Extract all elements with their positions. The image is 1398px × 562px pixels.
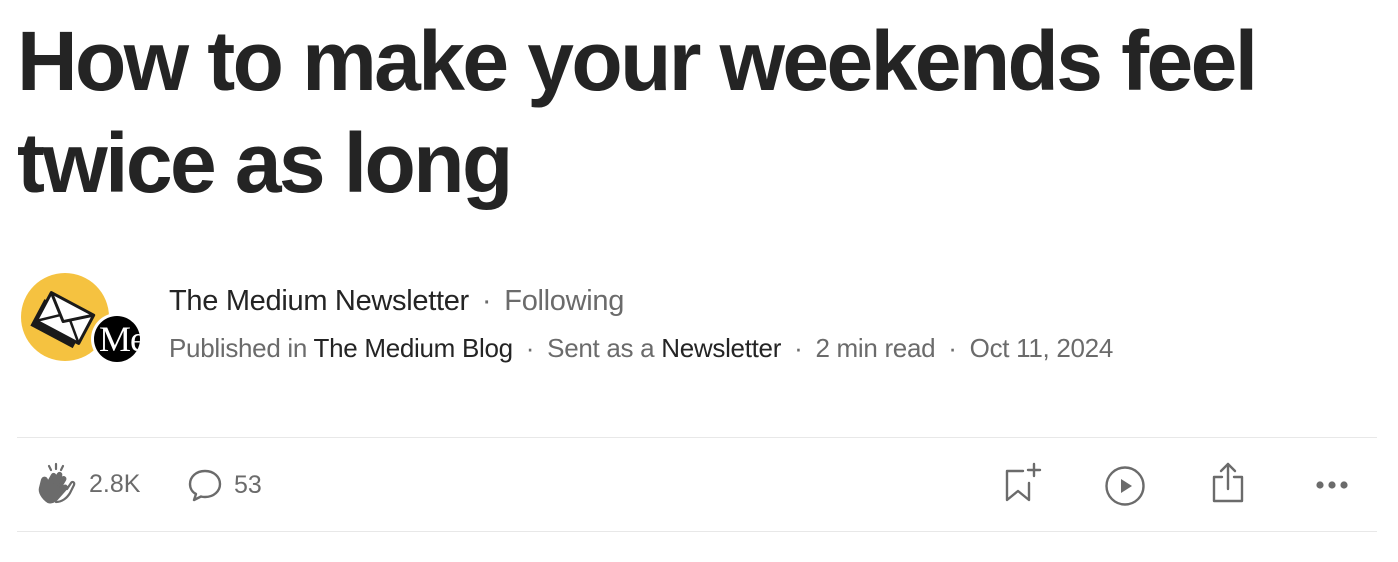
responses-button[interactable]: 53 — [187, 467, 262, 503]
read-time: 2 min read — [815, 333, 936, 363]
publication-logo-text: Me — [99, 319, 140, 359]
published-prefix: Published in — [169, 333, 308, 363]
byline-avatars: Me — [21, 273, 145, 365]
divider-top — [17, 437, 1377, 438]
publication-link[interactable]: The Medium Blog — [314, 333, 514, 363]
play-icon — [1105, 466, 1145, 506]
newsletter-link[interactable]: Newsletter — [661, 333, 781, 363]
separator-dot: · — [481, 285, 492, 317]
more-button[interactable] — [1312, 474, 1352, 501]
clap-count: 2.8K — [89, 470, 141, 498]
listen-button[interactable] — [1104, 465, 1146, 512]
byline-author-row: The Medium Newsletter · Following — [169, 282, 624, 320]
separator-dot: · — [948, 333, 957, 363]
response-count: 53 — [234, 471, 262, 499]
author-link[interactable]: The Medium Newsletter — [169, 285, 469, 317]
bookmark-add-icon — [1005, 462, 1042, 502]
share-icon — [1212, 462, 1244, 503]
bookmark-button[interactable] — [1003, 462, 1043, 509]
clap-icon — [38, 462, 76, 504]
separator-dot: · — [525, 333, 535, 363]
share-button[interactable] — [1208, 461, 1248, 510]
more-dots-icon — [1316, 481, 1348, 489]
sent-prefix: Sent as a — [547, 333, 655, 363]
byline-meta-row: Published in The Medium Blog · Sent as a N… — [169, 331, 1113, 365]
divider-bottom — [17, 531, 1377, 532]
publication-avatar[interactable]: Me — [91, 313, 143, 365]
article-title: How to make your weekends feel twice as … — [17, 14, 1258, 210]
speech-bubble-icon — [188, 469, 222, 502]
publish-date: Oct 11, 2024 — [969, 333, 1114, 363]
clap-button[interactable]: 2.8K — [36, 462, 140, 506]
separator-dot: · — [794, 333, 803, 363]
following-button[interactable]: Following — [504, 285, 624, 317]
